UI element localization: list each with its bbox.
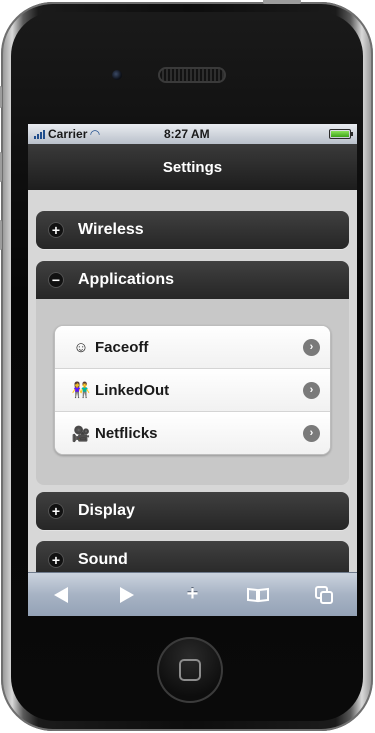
front-camera (112, 70, 122, 80)
home-square-icon (179, 659, 201, 681)
settings-content: + Wireless − Applications ☺ Faceoff › 👫 … (28, 190, 357, 572)
chevron-right-icon: › (303, 425, 320, 442)
face-icon: ☺ (73, 338, 89, 356)
wifi-icon: ◠ (90, 127, 100, 141)
carrier-label: Carrier (48, 127, 88, 141)
volume-down-button (0, 220, 2, 250)
list-item-label: Faceoff (95, 338, 149, 356)
status-bar: Carrier ◠ 8:27 AM (28, 124, 357, 144)
clock: 8:27 AM (164, 127, 210, 141)
section-display[interactable]: + Display (36, 492, 349, 530)
chevron-right-icon: › (303, 382, 320, 399)
power-button (263, 0, 301, 4)
plus-icon: + (48, 503, 64, 519)
plus-icon: + (48, 552, 64, 568)
list-item-label: Netflicks (95, 425, 158, 442)
forward-arrow-icon[interactable] (111, 579, 143, 611)
list-item-faceoff[interactable]: ☺ Faceoff › (55, 326, 330, 369)
signal-icon (34, 129, 45, 139)
home-button[interactable] (157, 637, 223, 703)
plus-icon[interactable]: + (176, 579, 208, 611)
earpiece-speaker (158, 67, 226, 83)
minus-icon: − (48, 272, 64, 288)
section-label: Applications (78, 271, 175, 288)
camera-icon: 🎥 (71, 425, 91, 443)
book-icon[interactable] (242, 579, 274, 611)
section-wireless[interactable]: + Wireless (36, 211, 349, 249)
browser-toolbar: + (28, 572, 357, 616)
applications-panel: ☺ Faceoff › 👫 LinkedOut › 🎥 Netflicks › (36, 299, 349, 485)
section-label: Display (78, 502, 135, 519)
screen: Carrier ◠ 8:27 AM Settings + Wireless − … (28, 124, 357, 616)
navigation-bar: Settings (28, 144, 357, 190)
volume-up-button (0, 152, 2, 182)
back-arrow-icon[interactable] (45, 579, 77, 611)
list-item-netflicks[interactable]: 🎥 Netflicks › (55, 412, 330, 454)
battery-icon (329, 129, 353, 139)
people-icon: 👫 (71, 382, 91, 399)
plus-icon: + (48, 222, 64, 238)
mute-switch (0, 86, 2, 108)
list-item-label: LinkedOut (95, 381, 170, 399)
section-sound[interactable]: + Sound (36, 541, 349, 572)
chevron-right-icon: › (303, 339, 320, 356)
list-item-linkedout[interactable]: 👫 LinkedOut › (55, 369, 330, 412)
section-label: Wireless (78, 221, 144, 238)
pages-icon[interactable] (308, 579, 340, 611)
section-label: Sound (78, 551, 128, 568)
page-title: Settings (162, 158, 223, 176)
section-applications[interactable]: − Applications (36, 261, 349, 299)
apps-list: ☺ Faceoff › 👫 LinkedOut › 🎥 Netflicks › (54, 325, 331, 455)
